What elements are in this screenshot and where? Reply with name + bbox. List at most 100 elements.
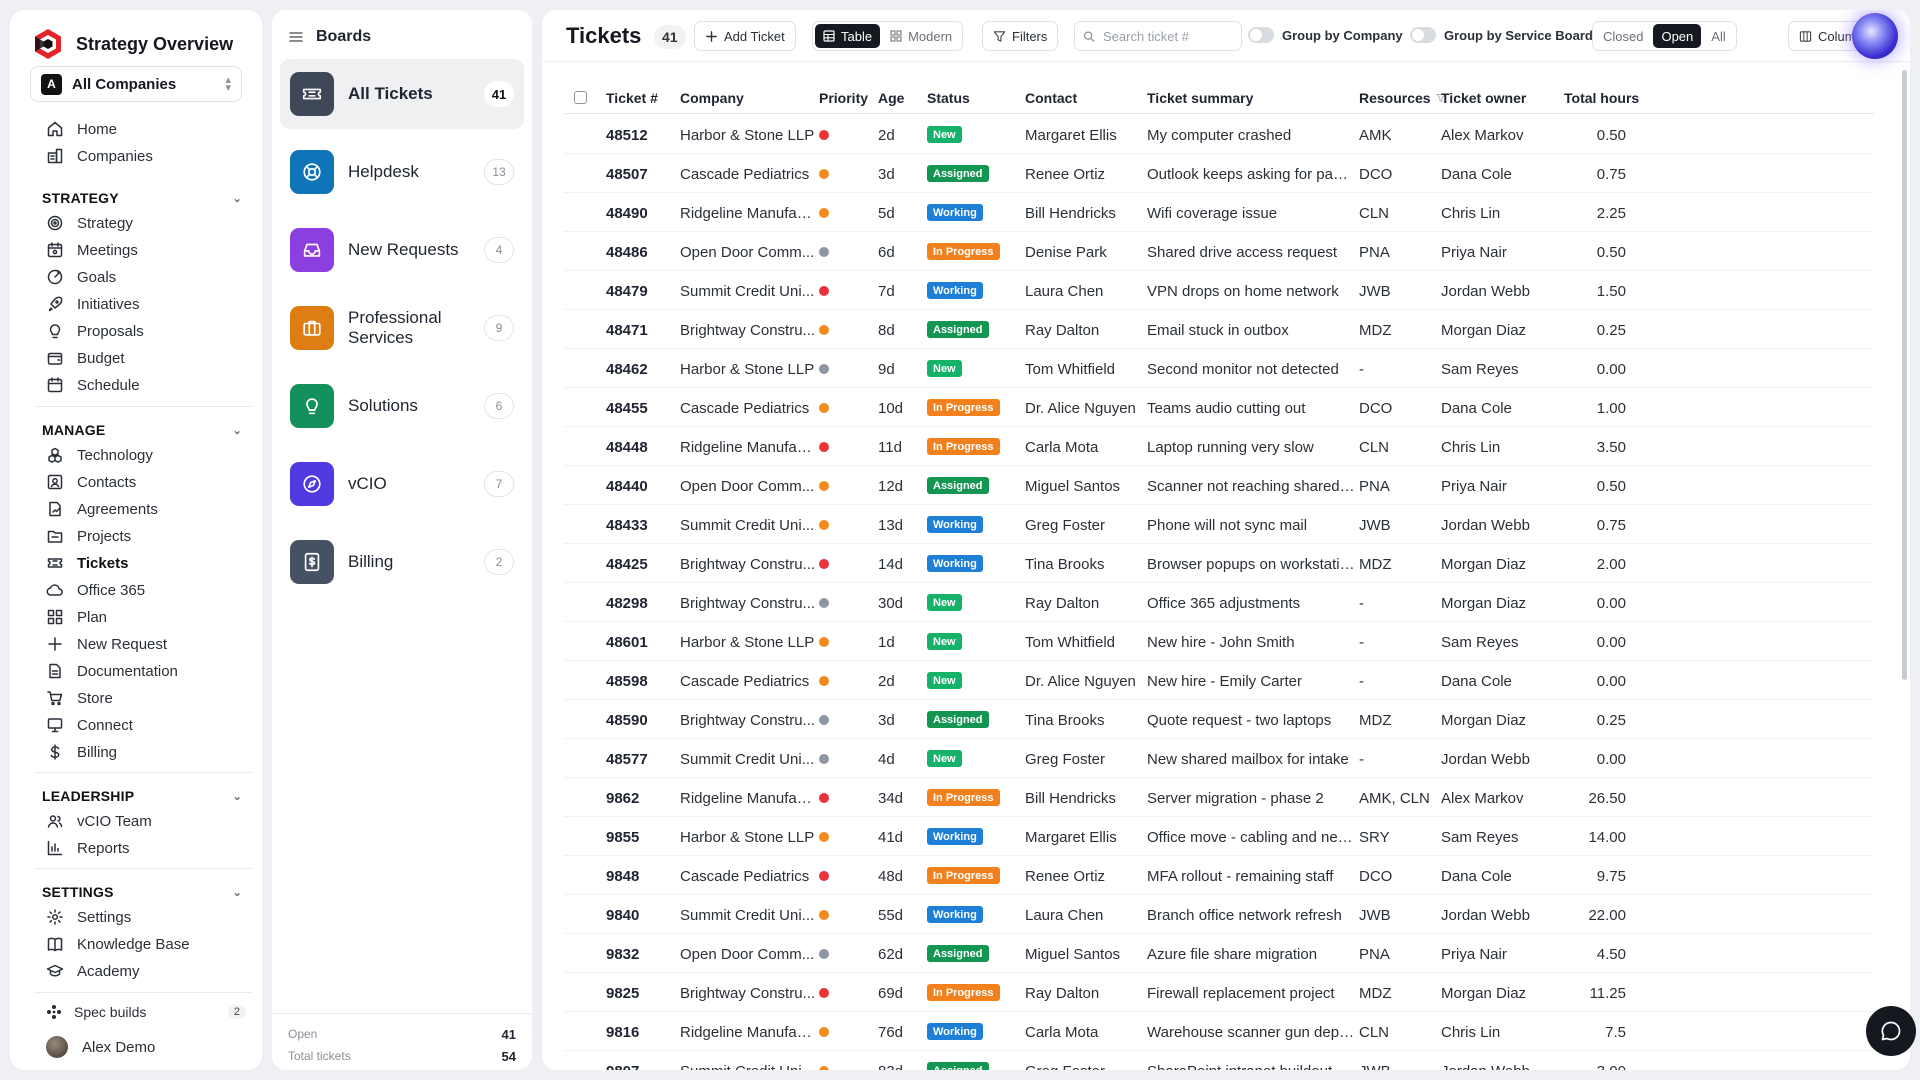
table-row[interactable]: 48298 Brightway Constru... 30d Ray Dalton Of… — [564, 583, 1874, 622]
sidebar-item-academy[interactable]: Academy — [46, 958, 140, 984]
ai-assistant-orb[interactable] — [1852, 13, 1898, 59]
col-contact[interactable]: Contact — [1025, 90, 1077, 106]
table-row[interactable]: 48590 Brightway Constru... 3d Tina Brooks Qu… — [564, 700, 1874, 739]
view-table-button[interactable]: Table — [815, 24, 881, 48]
search-input[interactable] — [1103, 28, 1233, 44]
select-all-checkbox[interactable] — [574, 91, 587, 104]
view-modern-button[interactable]: Modern — [882, 24, 960, 48]
col-ticket-owner[interactable]: Ticket owner — [1441, 90, 1526, 106]
menu-icon[interactable] — [288, 29, 304, 45]
sidebar-item-reports[interactable]: Reports — [46, 835, 130, 861]
sidebar-item-connect[interactable]: Connect — [46, 712, 133, 738]
col-resources[interactable]: Resources — [1359, 90, 1446, 106]
sidebar-item-initiatives[interactable]: Initiatives — [46, 291, 140, 317]
board-professional-services[interactable]: Professional Services 9 — [280, 293, 524, 363]
brand[interactable]: Strategy Overview — [32, 28, 233, 60]
sidebar-item-schedule[interactable]: Schedule — [46, 372, 140, 398]
sidebar-item-agreements[interactable]: Agreements — [46, 496, 158, 522]
sidebar-item-office-365[interactable]: Office 365 — [46, 577, 145, 603]
col-status[interactable]: Status — [927, 90, 970, 106]
table-row[interactable]: 48471 Brightway Constru... 8d Ray Dalton Ema… — [564, 310, 1874, 349]
table-row[interactable]: 9832 Open Door Comm... 62d Miguel Santos Azu… — [564, 934, 1874, 973]
table-row[interactable]: 48486 Open Door Comm... 6d Denise Park Share… — [564, 232, 1874, 271]
table-row[interactable]: 48490 Ridgeline Manufac... 5d Bill Hendrick… — [564, 193, 1874, 232]
col-ticket-number[interactable]: Ticket # — [606, 90, 658, 106]
table-row[interactable]: 48448 Ridgeline Manufac... 11d Carla Mota La… — [564, 427, 1874, 466]
sidebar-item-meetings[interactable]: Meetings — [46, 237, 138, 263]
col-priority[interactable]: Priority — [819, 90, 868, 106]
ticket-number-cell: 9832 — [606, 946, 640, 963]
chevron-down-icon[interactable]: ⌄ — [233, 886, 242, 899]
col-company[interactable]: Company — [680, 90, 744, 106]
chat-button[interactable] — [1866, 1006, 1916, 1056]
state-all-button[interactable]: All — [1703, 24, 1733, 48]
sidebar-item-projects[interactable]: Projects — [46, 523, 131, 549]
table-row[interactable]: 9816 Ridgeline Manufac... 76d Carla Mota War… — [564, 1012, 1874, 1051]
sidebar-item-settings[interactable]: Settings — [46, 904, 131, 930]
sidebar-item-contacts[interactable]: Contacts — [46, 469, 136, 495]
sidebar-item-budget[interactable]: Budget — [46, 345, 125, 371]
user-profile[interactable]: Alex Demo — [46, 1036, 155, 1058]
table-row[interactable]: 9855 Harbor & Stone LLP 41d Margaret Ellis O… — [564, 817, 1874, 856]
col-ticket-summary[interactable]: Ticket summary — [1147, 90, 1253, 106]
table-row[interactable]: 48479 Summit Credit Uni... 7d Laura Chen VPN… — [564, 271, 1874, 310]
company-selector[interactable]: A All Companies ▴ ▾ — [30, 66, 242, 102]
table-row[interactable]: 48512 Harbor & Stone LLP 2d Margaret Ellis M… — [564, 115, 1874, 154]
section-header-settings[interactable]: SETTINGS ⌄ — [42, 882, 242, 902]
table-row[interactable]: 48425 Brightway Constru... 14d Tina Brooks B… — [564, 544, 1874, 583]
sidebar-item-plan[interactable]: Plan — [46, 604, 107, 630]
sidebar-item-companies[interactable]: Companies — [46, 143, 153, 169]
sidebar-item-proposals[interactable]: Proposals — [46, 318, 144, 344]
table-row[interactable]: 48598 Cascade Pediatrics 2d Dr. Alice Nguye… — [564, 661, 1874, 700]
spec-builds-item[interactable]: Spec builds 2 — [46, 1004, 246, 1020]
sidebar-item-billing[interactable]: Billing — [46, 739, 117, 765]
sidebar-item-new-request[interactable]: New Request — [46, 631, 167, 657]
board-helpdesk[interactable]: Helpdesk 13 — [280, 137, 524, 207]
col-total-hours[interactable]: Total hours — [1564, 90, 1639, 106]
board-solutions[interactable]: Solutions 6 — [280, 371, 524, 441]
sidebar-item-goals[interactable]: Goals — [46, 264, 116, 290]
table-row[interactable]: 9862 Ridgeline Manufac... 34d Bill Hendrick… — [564, 778, 1874, 817]
group-by-board-switch[interactable] — [1410, 27, 1436, 43]
add-ticket-button[interactable]: Add Ticket — [694, 21, 796, 51]
table-row[interactable]: 48462 Harbor & Stone LLP 9d Tom Whitfield Se… — [564, 349, 1874, 388]
chevron-down-icon[interactable]: ⌄ — [233, 192, 242, 205]
table-row[interactable]: 48601 Harbor & Stone LLP 1d Tom Whitfield Ne… — [564, 622, 1874, 661]
board-vcio[interactable]: vCIO 7 — [280, 449, 524, 519]
sidebar-item-documentation[interactable]: Documentation — [46, 658, 178, 684]
table-row[interactable]: 9825 Brightway Constru... 69d Ray Dalton Fir… — [564, 973, 1874, 1012]
table-row[interactable]: 48507 Cascade Pediatrics 3d Renee Ortiz Outl… — [564, 154, 1874, 193]
group-by-board-toggle[interactable]: Group by Service Board — [1410, 27, 1593, 43]
chevron-down-icon[interactable]: ⌄ — [233, 790, 242, 803]
table-row[interactable]: 48440 Open Door Comm... 12d Miguel Santos Sc… — [564, 466, 1874, 505]
table-row[interactable]: 48577 Summit Credit Uni... 4d Greg Foster Ne… — [564, 739, 1874, 778]
table-row[interactable]: 9848 Cascade Pediatrics 48d Renee Ortiz MFA … — [564, 856, 1874, 895]
board-all-tickets[interactable]: All Tickets 41 — [280, 59, 524, 129]
sidebar-item-tickets[interactable]: Tickets — [46, 550, 128, 576]
group-by-company-switch[interactable] — [1248, 27, 1274, 43]
board-new-requests[interactable]: New Requests 4 — [280, 215, 524, 285]
sidebar-item-store[interactable]: Store — [46, 685, 113, 711]
table-row[interactable]: 48433 Summit Credit Uni... 13d Greg Foster P… — [564, 505, 1874, 544]
table-row[interactable]: 9840 Summit Credit Uni... 55d Laura Chen Bra… — [564, 895, 1874, 934]
owner-cell: Chris Lin — [1441, 1024, 1501, 1041]
chevron-down-icon[interactable]: ⌄ — [233, 424, 242, 437]
sidebar-item-vcio-team[interactable]: vCIO Team — [46, 808, 152, 834]
search-field[interactable] — [1074, 21, 1242, 51]
board-billing[interactable]: Billing 2 — [280, 527, 524, 597]
table-row[interactable]: 9807 Summit Credit Uni... 83d Greg Foster Sh… — [564, 1051, 1874, 1070]
group-by-company-toggle[interactable]: Group by Company — [1248, 27, 1403, 43]
section-header-leadership[interactable]: LEADERSHIP ⌄ — [42, 786, 242, 806]
state-open-button[interactable]: Open — [1653, 24, 1702, 48]
filters-button[interactable]: Filters — [982, 21, 1059, 51]
table-row[interactable]: 48455 Cascade Pediatrics 10d Dr. Alice Nguy… — [564, 388, 1874, 427]
sidebar-item-technology[interactable]: Technology — [46, 442, 153, 468]
scrollbar[interactable] — [1902, 70, 1907, 680]
section-header-manage[interactable]: MANAGE ⌄ — [42, 420, 242, 440]
sidebar-item-strategy[interactable]: Strategy — [46, 210, 133, 236]
sidebar-item-knowledge-base[interactable]: Knowledge Base — [46, 931, 190, 957]
col-age[interactable]: Age — [878, 90, 904, 106]
sidebar-item-home[interactable]: Home — [46, 116, 117, 142]
section-header-strategy[interactable]: STRATEGY ⌄ — [42, 188, 242, 208]
state-closed-button[interactable]: Closed — [1595, 24, 1651, 48]
